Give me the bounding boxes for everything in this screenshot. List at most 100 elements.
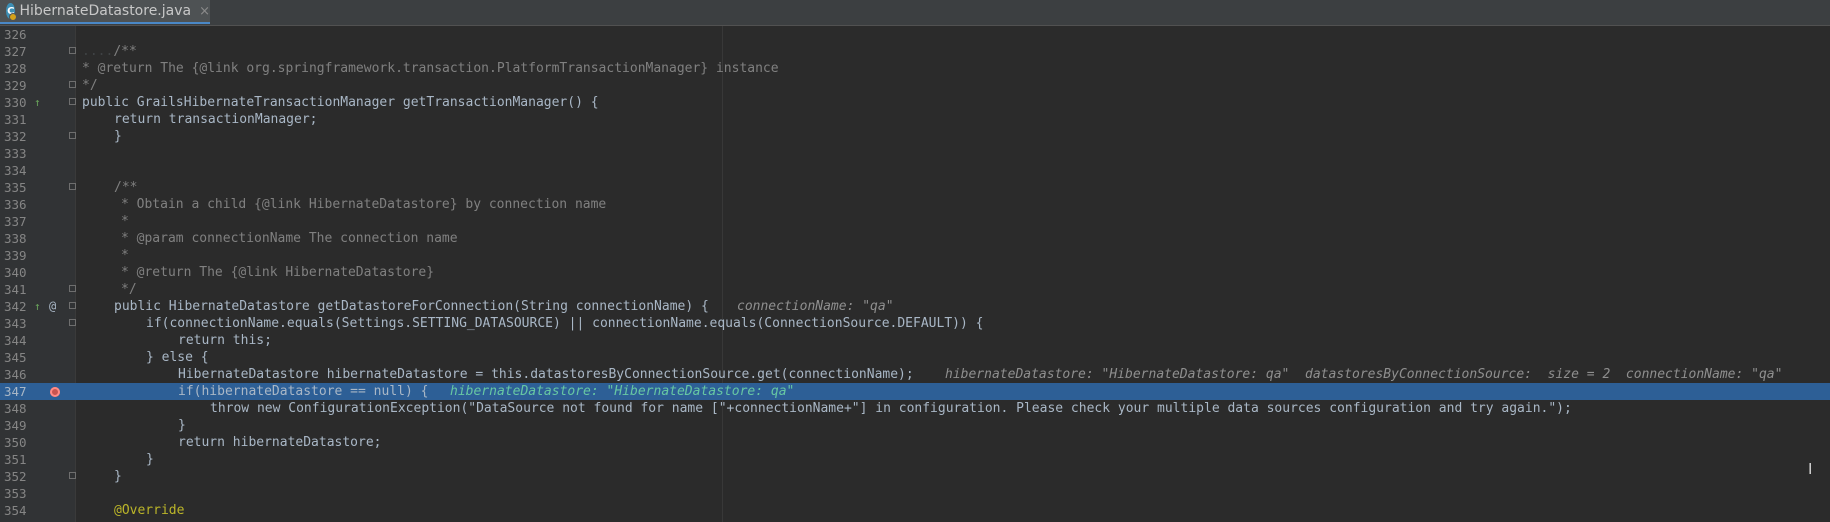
line-number: 344	[4, 333, 27, 348]
code-line: 342 ↑ @ public HibernateDatastore getDat…	[0, 298, 1830, 315]
code-line: 354 @Override	[0, 502, 1830, 519]
inlay-debug-value: connectionName: "qa"	[737, 299, 894, 314]
code-line: 337 *	[0, 213, 1830, 230]
code-text: return this;	[178, 333, 272, 348]
code-text: }	[178, 418, 186, 433]
code-text: * @return The {@link org.springframework…	[82, 61, 779, 76]
code-text: }	[114, 469, 122, 484]
line-number: 343	[4, 316, 27, 331]
code-text: HibernateDatastore hibernateDatastore = …	[178, 367, 914, 382]
inlay-debug-value: hibernateDatastore: "HibernateDatastore:…	[450, 384, 795, 399]
java-class-icon: C	[6, 3, 19, 21]
line-number: 350	[4, 435, 27, 450]
implements-method-icon[interactable]: ↑	[34, 94, 41, 111]
line-number: 342	[4, 299, 27, 314]
code-text: if(hibernateDatastore == null) {	[178, 384, 429, 399]
fold-marker-icon[interactable]	[69, 472, 76, 479]
line-number: 326	[4, 27, 27, 42]
line-number: 348	[4, 401, 27, 416]
fold-marker-icon[interactable]	[69, 47, 76, 54]
code-line: 335 /**	[0, 179, 1830, 196]
code-line: 349 }	[0, 417, 1830, 434]
code-text: * @param connectionName The connection n…	[121, 231, 458, 246]
code-line: 350 return hibernateDatastore;	[0, 434, 1830, 451]
tab-title: HibernateDatastore.java	[19, 3, 192, 19]
code-line: 353	[0, 485, 1830, 502]
code-line: 339 *	[0, 247, 1830, 264]
code-text: *	[121, 248, 129, 263]
code-text: @Override	[114, 503, 185, 518]
fold-marker-icon[interactable]	[69, 285, 76, 292]
code-line: 351 }	[0, 451, 1830, 468]
code-line: 345 } else {	[0, 349, 1830, 366]
line-number: 336	[4, 197, 27, 212]
breakpoint-icon[interactable]	[50, 387, 60, 397]
implements-method-icon[interactable]: ↑	[34, 298, 41, 315]
code-line: 346 HibernateDatastore hibernateDatastor…	[0, 366, 1830, 383]
code-text: return transactionManager;	[114, 112, 318, 127]
line-number: 333	[4, 146, 27, 161]
fold-marker-icon[interactable]	[69, 183, 76, 190]
code-line: 352 }	[0, 468, 1830, 485]
line-number: 338	[4, 231, 27, 246]
code-text: }	[114, 129, 122, 144]
code-line: 336 * Obtain a child {@link HibernateDat…	[0, 196, 1830, 213]
code-text: return hibernateDatastore;	[178, 435, 382, 450]
current-execution-line: 347 if(hibernateDatastore == null) { hib…	[0, 383, 1830, 400]
fold-marker-icon[interactable]	[69, 132, 76, 139]
editor-tab-bar: C HibernateDatastore.java ×	[0, 0, 1830, 26]
code-line: 334	[0, 162, 1830, 179]
inlay-debug-value: hibernateDatastore: "HibernateDatastore:…	[945, 367, 1783, 382]
code-line: 333	[0, 145, 1830, 162]
code-line: 343 if(connectionName.equals(Settings.SE…	[0, 315, 1830, 332]
code-line: 332 }	[0, 128, 1830, 145]
fold-marker-icon[interactable]	[69, 81, 76, 88]
code-line: 330 ↑ public GrailsHibernateTransactionM…	[0, 94, 1830, 111]
code-editor[interactable]: 326 327 ..../** 328 * @return The {@link…	[0, 26, 1830, 522]
line-number: 351	[4, 452, 27, 467]
line-number: 352	[4, 469, 27, 484]
code-line: 338 * @param connectionName The connecti…	[0, 230, 1830, 247]
code-text: * Obtain a child {@link HibernateDatasto…	[121, 197, 607, 212]
line-number: 332	[4, 129, 27, 144]
fold-marker-icon[interactable]	[69, 319, 76, 326]
line-number: 340	[4, 265, 27, 280]
line-number: 349	[4, 418, 27, 433]
line-number: 339	[4, 248, 27, 263]
line-number: 331	[4, 112, 27, 127]
code-line: 344 return this;	[0, 332, 1830, 349]
close-icon[interactable]: ×	[199, 4, 210, 19]
code-text: } else {	[146, 350, 209, 365]
code-line: 329 */	[0, 77, 1830, 94]
line-number: 328	[4, 61, 27, 76]
code-line: 348 throw new ConfigurationException("Da…	[0, 400, 1830, 417]
code-line: 340 * @return The {@link HibernateDatast…	[0, 264, 1830, 281]
file-tab[interactable]: C HibernateDatastore.java ×	[0, 0, 210, 24]
line-number: 346	[4, 367, 27, 382]
line-number: 353	[4, 486, 27, 501]
code-text: * @return The {@link HibernateDatastore}	[121, 265, 435, 280]
line-number: 345	[4, 350, 27, 365]
fold-marker-icon[interactable]	[69, 98, 76, 105]
code-text: */	[121, 282, 137, 297]
code-text: */	[82, 78, 98, 93]
line-number: 329	[4, 78, 27, 93]
code-text: public HibernateDatastore getDatastoreFo…	[114, 299, 709, 314]
line-number: 347	[4, 384, 27, 399]
line-number: 354	[4, 503, 27, 518]
line-number: 334	[4, 163, 27, 178]
code-text: ..../**	[82, 44, 137, 59]
code-text: *	[121, 214, 129, 229]
code-text: public GrailsHibernateTransactionManager…	[82, 95, 599, 110]
code-text: if(connectionName.equals(Settings.SETTIN…	[146, 316, 984, 331]
code-line: 328 * @return The {@link org.springframe…	[0, 60, 1830, 77]
line-number: 335	[4, 180, 27, 195]
annotation-icon[interactable]: @	[49, 298, 56, 315]
line-number: 330	[4, 95, 27, 110]
line-number: 337	[4, 214, 27, 229]
fold-marker-icon[interactable]	[69, 302, 76, 309]
code-line: 327 ..../**	[0, 43, 1830, 60]
line-number: 327	[4, 44, 27, 59]
code-line: 331 return transactionManager;	[0, 111, 1830, 128]
code-text: throw new ConfigurationException("DataSo…	[210, 401, 1572, 416]
